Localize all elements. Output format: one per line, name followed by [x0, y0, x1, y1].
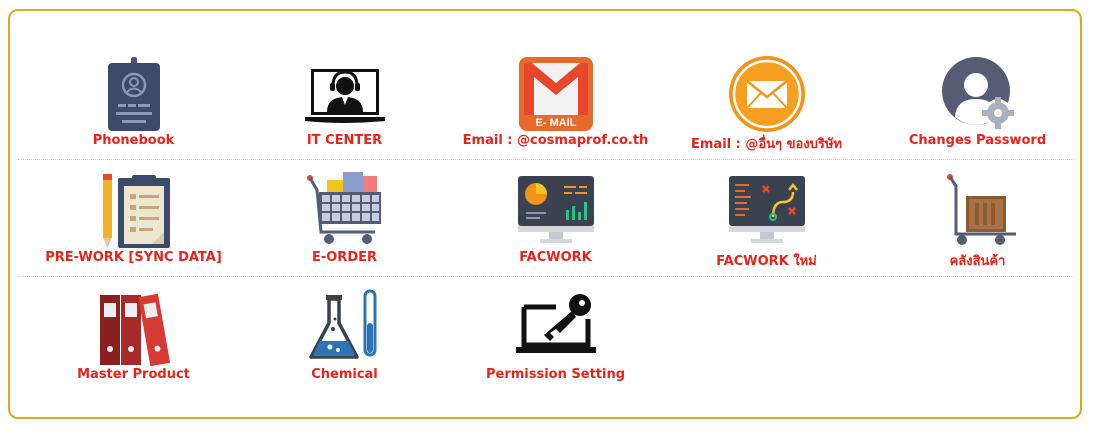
phonebook-label: Phonebook [92, 133, 175, 148]
email-other-label: Email : @อื่นๆ ของบริษัท [691, 137, 842, 152]
e-order-tile[interactable]: E-ORDER [239, 166, 450, 276]
change-password-tile[interactable]: Changes Password [872, 49, 1083, 159]
email-cosmaprof-tile[interactable]: E- MAIL Email : @cosmaprof.co.th [450, 49, 661, 159]
permission-setting-tile[interactable]: Permission Setting [450, 283, 661, 393]
chemical-tile[interactable]: Chemical [239, 283, 450, 393]
dashboard-monitor-icon [517, 176, 594, 243]
facwork-label: FACWORK [519, 250, 592, 265]
warehouse-label: คลังสินค้า [949, 254, 1006, 269]
facwork-new-tile[interactable]: FACWORK ใหม่ [661, 166, 872, 276]
chemical-label: Chemical [311, 367, 378, 382]
master-product-label: Master Product [77, 367, 190, 382]
strategy-monitor-icon [728, 176, 805, 243]
pre-work-tile[interactable]: PRE-WORK [SYNC DATA] [28, 166, 239, 276]
permission-setting-label: Permission Setting [485, 367, 626, 382]
menu-row-3: Master Product Chemical Permission Setti… [18, 283, 1074, 393]
menu-row-1: Phonebook IT CENTER E- MAIL Email: @cos… [18, 49, 1074, 159]
id-badge-icon [107, 57, 160, 131]
shopping-cart-icon [306, 172, 381, 244]
it-center-label: IT CENTER [306, 133, 383, 148]
binders-icon [99, 293, 170, 367]
e-order-label: E-ORDER [311, 250, 378, 265]
warehouse-tile[interactable]: คลังสินค้า [872, 166, 1083, 276]
change-password-label: Changes Password [908, 133, 1047, 148]
laptop-key-icon [515, 294, 596, 353]
row-divider [18, 276, 1074, 277]
facwork-new-label: FACWORK ใหม่ [716, 254, 817, 269]
gmail-icon: E- MAIL [518, 57, 593, 131]
menu-panel: Phonebook IT CENTER E- MAIL Email: @cos… [8, 9, 1082, 419]
row-divider [18, 159, 1074, 160]
svg-text:E- MAIL: E- MAIL [535, 117, 576, 129]
facwork-tile[interactable]: FACWORK [450, 166, 661, 276]
hand-truck-icon [946, 174, 1016, 245]
master-product-tile[interactable]: Master Product [28, 283, 239, 393]
pre-work-label: PRE-WORK [SYNC DATA] [45, 250, 222, 265]
user-settings-icon [941, 57, 1014, 129]
clipboard-icon [102, 174, 170, 248]
lab-flask-icon [308, 289, 376, 359]
envelope-icon [728, 56, 805, 132]
it-center-tile[interactable]: IT CENTER [239, 49, 450, 159]
support-agent-icon [304, 69, 385, 123]
menu-row-2: PRE-WORK [SYNC DATA] E-ORDER FACWORK FAC… [18, 166, 1074, 276]
email-other-tile[interactable]: Email : @อื่นๆ ของบริษัท [661, 49, 872, 159]
email-cosmaprof-label: Email : @cosmaprof.co.th [462, 133, 649, 148]
phonebook-tile[interactable]: Phonebook [28, 49, 239, 159]
